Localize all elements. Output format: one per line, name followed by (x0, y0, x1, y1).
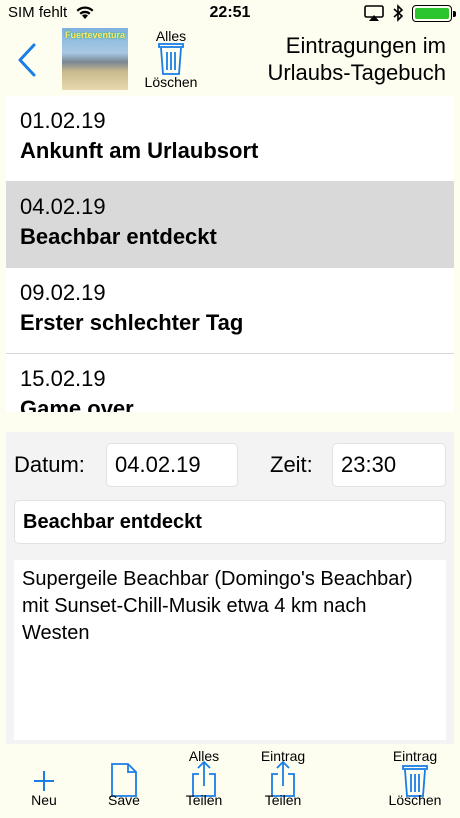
date-label: Datum: (14, 452, 85, 477)
entry-detail-panel: Datum: 04.02.19 Zeit: 23:30 Beachbar ent… (6, 432, 454, 744)
list-item[interactable]: 15.02.19 Game over (6, 354, 454, 412)
battery-icon (412, 4, 456, 22)
bluetooth-icon (393, 4, 404, 22)
entry-text-area[interactable]: Supergeile Beachbar (Domingo's Beachbar)… (14, 560, 446, 740)
entry-title: Beachbar entdeckt (20, 224, 217, 249)
entry-title: Game over (20, 396, 134, 412)
delete-entry-button[interactable]: Eintrag Löschen (380, 748, 450, 814)
delete-all-label-bottom: Löschen (144, 74, 198, 90)
share-entry-label-bottom: Teilen (264, 792, 302, 808)
time-label: Zeit: (270, 452, 313, 477)
destination-thumbnail: Fuerteventura (62, 28, 128, 90)
page-title-line2: Urlaubs-Tagebuch (267, 60, 446, 85)
list-item[interactable]: 01.02.19 Ankunft am Urlaubsort (6, 96, 454, 182)
entry-date: 09.02.19 (20, 280, 106, 305)
new-label: Neu (31, 792, 57, 808)
share-all-button[interactable]: Alles Teilen (172, 748, 236, 814)
entry-date: 15.02.19 (20, 366, 106, 391)
navigation-bar: Fuerteventura Alles Löschen Eintragungen… (0, 28, 460, 92)
time-field[interactable]: 23:30 (332, 443, 446, 487)
status-right (364, 4, 456, 22)
date-field[interactable]: 04.02.19 (106, 443, 238, 487)
entry-title: Ankunft am Urlaubsort (20, 138, 259, 163)
save-label: Save (108, 792, 140, 808)
entry-title-field[interactable]: Beachbar entdeckt (14, 500, 446, 544)
battery-level (415, 7, 449, 19)
list-item-selected[interactable]: 04.02.19 Beachbar entdeckt (6, 182, 454, 268)
thumbnail-caption: Fuerteventura (65, 30, 126, 40)
page-title-line1: Eintragungen im (285, 33, 446, 58)
delete-entry-label-bottom: Löschen (388, 792, 442, 808)
page-title: Eintragungen im Urlaubs-Tagebuch (206, 32, 446, 86)
new-button[interactable]: Neu (14, 748, 74, 814)
delete-all-button[interactable]: Alles Löschen (136, 28, 206, 92)
back-chevron-icon[interactable] (14, 42, 42, 78)
trash-icon (158, 43, 184, 75)
entry-title: Erster schlechter Tag (20, 310, 244, 335)
list-item[interactable]: 09.02.19 Erster schlechter Tag (6, 268, 454, 354)
status-bar: SIM fehlt 22:51 (0, 0, 460, 28)
save-button[interactable]: Save (94, 748, 154, 814)
airplay-icon (364, 5, 384, 21)
entries-list[interactable]: 01.02.19 Ankunft am Urlaubsort 04.02.19 … (6, 96, 454, 412)
share-all-label-bottom: Teilen (185, 792, 223, 808)
entry-date: 04.02.19 (20, 194, 106, 219)
share-entry-button[interactable]: Eintrag Teilen (250, 748, 316, 814)
bottom-toolbar: Neu Save Alles Teilen Eintrag Teilen Ein… (0, 748, 460, 818)
entry-date: 01.02.19 (20, 108, 106, 133)
plus-icon (34, 771, 54, 791)
